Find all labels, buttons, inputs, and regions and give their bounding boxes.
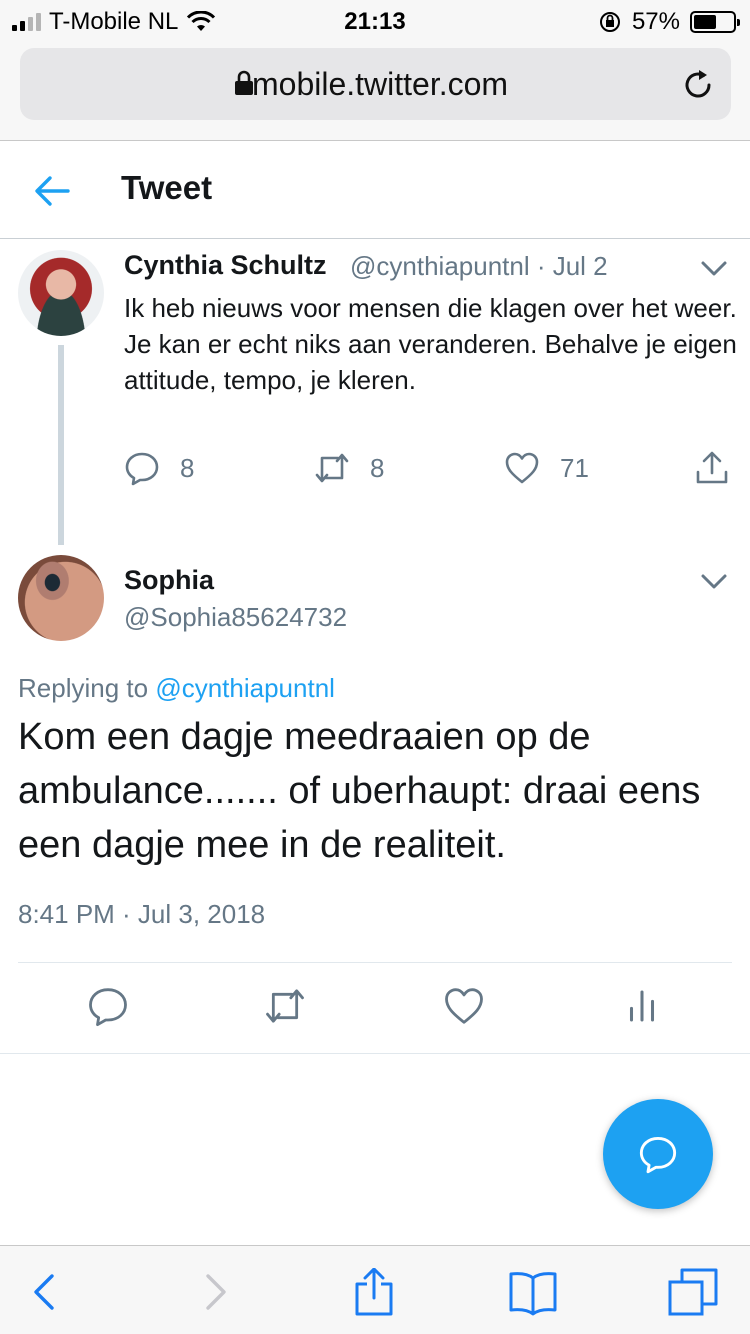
browser-chrome: T-Mobile NL 21:13 57% mobile.twitter.com (0, 0, 750, 141)
page-title: Tweet (121, 169, 213, 206)
thread-connector (58, 345, 64, 545)
reply-icon[interactable] (87, 985, 129, 1027)
reply-count: 8 (180, 452, 195, 483)
bookmarks-icon[interactable] (508, 1268, 558, 1316)
compose-reply-button[interactable] (603, 1099, 713, 1209)
retweet-button[interactable]: 8 (314, 450, 384, 486)
parent-tweet-actions: 8 8 71 (124, 450, 734, 494)
like-count: 71 (560, 452, 589, 483)
retweet-icon[interactable] (264, 985, 306, 1027)
divider (18, 962, 732, 963)
retweet-count: 8 (370, 452, 385, 483)
author-handle[interactable]: @Sophia85624732 (124, 602, 347, 633)
orientation-lock-icon (599, 12, 620, 32)
battery-percent: 57% (631, 8, 680, 35)
avatar[interactable] (18, 555, 104, 641)
tweet-header: Tweet (0, 141, 750, 239)
share-icon (696, 451, 728, 484)
parent-tweet-line: Je kan er echt niks aan veranderen. Beha… (124, 329, 737, 395)
status-right: 57% (598, 8, 740, 36)
reload-icon[interactable] (681, 68, 715, 102)
compose-reply-icon (639, 1137, 677, 1174)
share-button[interactable] (694, 450, 730, 486)
reply-icon (125, 452, 159, 486)
address-bar[interactable]: mobile.twitter.com (20, 48, 731, 120)
tweet-actions (0, 985, 750, 1031)
chevron-down-icon[interactable] (700, 573, 728, 591)
heart-icon (505, 452, 539, 484)
tabs-icon[interactable] (668, 1268, 718, 1316)
screen: T-Mobile NL 21:13 57% mobile.twitter.com… (0, 0, 750, 1334)
heart-icon[interactable] (443, 985, 485, 1027)
parent-author-name[interactable]: Cynthia Schultz (124, 250, 327, 281)
parent-tweet-text: Ik heb nieuws voor mensen die klagen ove… (124, 290, 739, 398)
arrow-left-icon[interactable] (32, 171, 72, 211)
avatar[interactable] (18, 250, 104, 336)
browser-toolbar (0, 1245, 750, 1334)
author-name[interactable]: Sophia (124, 565, 214, 596)
like-button[interactable]: 71 (504, 450, 589, 486)
battery-fill (694, 15, 716, 29)
back-icon[interactable] (22, 1268, 72, 1316)
tweet-timestamp: 8:41 PM · Jul 3, 2018 (18, 899, 266, 929)
parent-tweet-line: Ik heb nieuws voor mensen die klagen ove… (124, 293, 737, 323)
analytics-icon[interactable] (621, 985, 663, 1027)
replying-prefix: Replying to (18, 673, 149, 703)
replying-to: Replying to @cynthiapuntnl (18, 673, 335, 704)
divider (0, 1053, 750, 1054)
status-bar: T-Mobile NL 21:13 57% (0, 0, 750, 40)
replying-mention[interactable]: @cynthiapuntnl (155, 673, 335, 703)
lock-icon (235, 70, 253, 95)
battery-icon (690, 11, 740, 33)
url-text: mobile.twitter.com (252, 66, 509, 102)
forward-icon (206, 1274, 226, 1310)
tweet-text: Kom een dagje meedraaien op de ambulance… (18, 716, 701, 866)
chevron-down-icon[interactable] (700, 260, 728, 278)
reply-button[interactable]: 8 (124, 450, 194, 486)
share-icon[interactable] (349, 1268, 399, 1316)
retweet-icon (315, 453, 349, 483)
parent-handle-date: @cynthiapuntnl · Jul 2 (350, 251, 608, 281)
